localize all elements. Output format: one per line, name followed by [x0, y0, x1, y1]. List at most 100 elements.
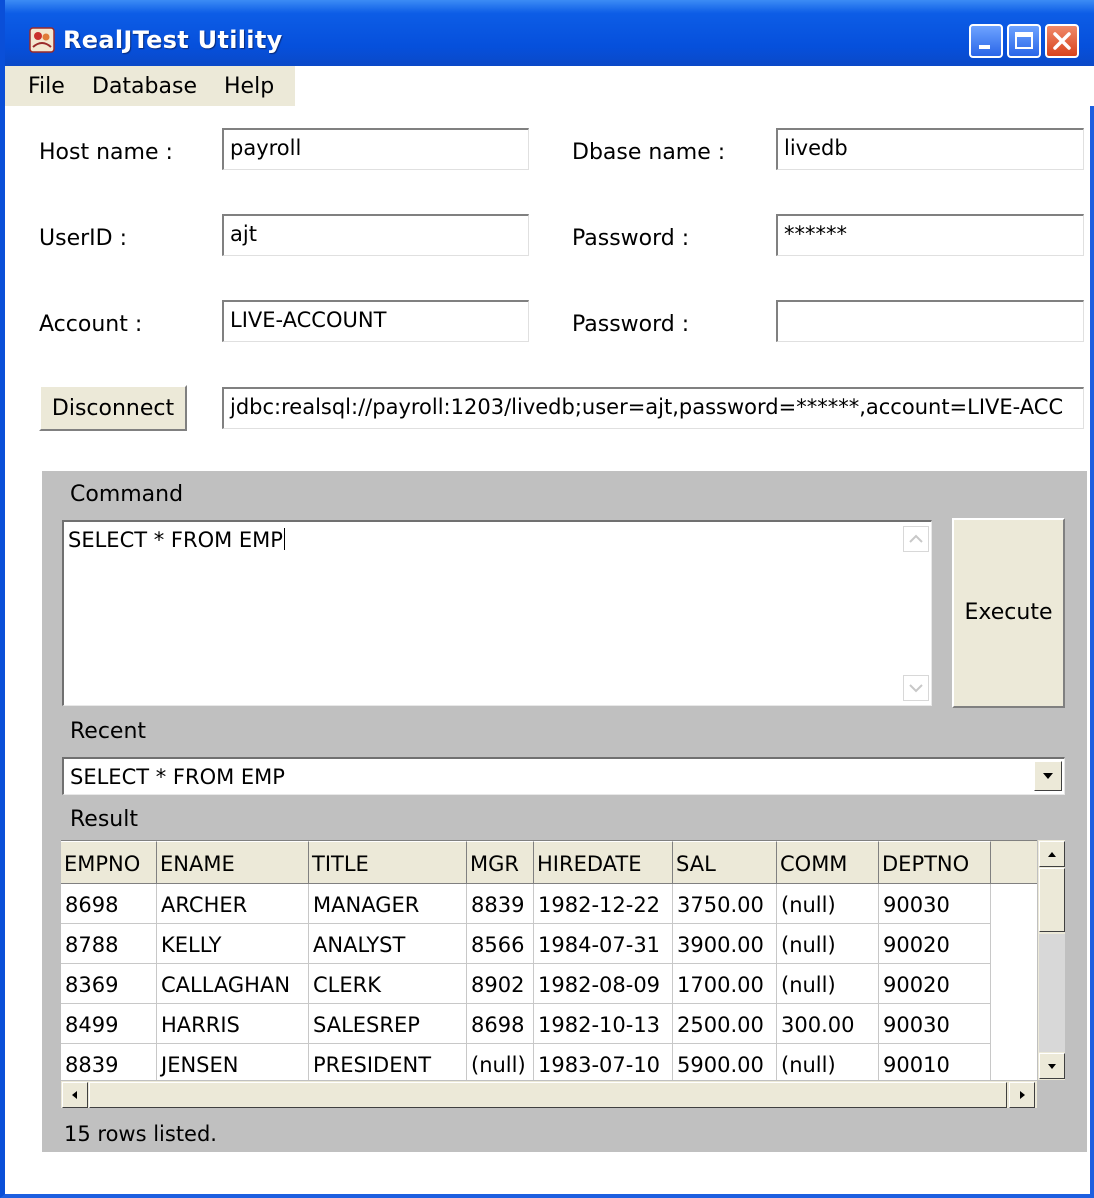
cell-ename: HARRIS [157, 1004, 309, 1044]
command-scroll-up[interactable] [903, 526, 929, 552]
cell-empno: 8499 [61, 1004, 157, 1044]
cell-hiredate: 1983-07-10 [534, 1044, 673, 1081]
cell-comm: (null) [777, 884, 879, 924]
disconnect-button[interactable]: Disconnect [39, 385, 187, 431]
menu-file[interactable]: File [28, 74, 65, 99]
cell-comm: (null) [777, 1044, 879, 1081]
result-scroll-down-button[interactable] [1039, 1053, 1065, 1079]
password-input[interactable]: ****** [776, 214, 1084, 256]
column-header-mgr[interactable]: MGR [467, 841, 534, 883]
column-header-comm[interactable]: COMM [777, 841, 879, 883]
cell-empno: 8369 [61, 964, 157, 1004]
result-table: EMPNO ENAME TITLE MGR HIREDATE SAL COMM … [61, 840, 1037, 1081]
cell-hiredate: 1982-08-09 [534, 964, 673, 1004]
result-label: Result [70, 807, 138, 832]
account-input[interactable]: LIVE-ACCOUNT [222, 300, 529, 342]
column-header-title[interactable]: TITLE [309, 841, 467, 883]
recent-dropdown-button[interactable] [1034, 761, 1062, 791]
command-text-value: SELECT * FROM EMP [68, 528, 283, 552]
cell-empno: 8698 [61, 884, 157, 924]
dbase-name-input[interactable]: livedb [776, 128, 1084, 170]
result-scroll-left-button[interactable] [62, 1082, 88, 1108]
window-title: RealJTest Utility [63, 26, 283, 54]
menu-bar: File Database Help [5, 66, 1094, 106]
result-scroll-thumb[interactable] [1039, 868, 1065, 932]
command-textarea[interactable]: SELECT * FROM EMP [62, 520, 932, 706]
column-header-empno[interactable]: EMPNO [61, 841, 157, 883]
cell-sal: 1700.00 [673, 964, 777, 1004]
menu-database[interactable]: Database [92, 74, 197, 99]
cell-title: PRESIDENT [309, 1044, 467, 1081]
column-header-sal[interactable]: SAL [673, 841, 777, 883]
cell-comm: 300.00 [777, 1004, 879, 1044]
menu-help[interactable]: Help [224, 74, 274, 99]
result-scroll-up-button[interactable] [1039, 841, 1065, 867]
account-password-label: Password : [572, 312, 690, 337]
text-caret [283, 528, 285, 550]
host-name-label: Host name : [39, 140, 173, 165]
result-scroll-track[interactable] [1039, 934, 1065, 1052]
recent-label: Recent [70, 719, 147, 744]
result-vertical-scrollbar[interactable] [1037, 840, 1065, 1080]
cell-mgr: 8902 [467, 964, 534, 1004]
column-header-ename[interactable]: ENAME [157, 841, 309, 883]
cell-comm: (null) [777, 924, 879, 964]
minimize-button[interactable] [969, 24, 1003, 58]
cell-deptno: 90020 [879, 964, 991, 1004]
cell-sal: 3750.00 [673, 884, 777, 924]
arrow-left-icon [72, 1091, 77, 1099]
cell-sal: 3900.00 [673, 924, 777, 964]
command-scroll-down[interactable] [903, 675, 929, 701]
arrow-up-icon [1048, 852, 1056, 857]
userid-label: UserID : [39, 226, 127, 251]
column-header-deptno[interactable]: DEPTNO [879, 841, 991, 883]
cell-title: ANALYST [309, 924, 467, 964]
cell-deptno: 90030 [879, 884, 991, 924]
command-label: Command [70, 482, 184, 507]
cell-title: CLERK [309, 964, 467, 1004]
cell-mgr: 8566 [467, 924, 534, 964]
cell-mgr: 8839 [467, 884, 534, 924]
result-scroll-right-button[interactable] [1009, 1082, 1035, 1108]
dbase-name-label: Dbase name : [572, 140, 726, 165]
cell-ename: KELLY [157, 924, 309, 964]
dropdown-arrow-icon [1043, 773, 1053, 779]
result-hscroll-thumb[interactable] [89, 1082, 1007, 1108]
column-header-hiredate[interactable]: HIREDATE [534, 841, 673, 883]
query-panel: Command SELECT * FROM EMP Execute Recent… [42, 471, 1087, 1152]
cell-title: SALESREP [309, 1004, 467, 1044]
cell-deptno: 90020 [879, 924, 991, 964]
cell-mgr: 8698 [467, 1004, 534, 1044]
password-label: Password : [572, 226, 690, 251]
cell-empno: 8788 [61, 924, 157, 964]
chevron-up-icon [909, 534, 923, 543]
cell-deptno: 90010 [879, 1044, 991, 1081]
arrow-down-icon [1048, 1064, 1056, 1069]
chevron-down-icon [909, 684, 923, 693]
cell-comm: (null) [777, 964, 879, 1004]
userid-input[interactable]: ajt [222, 214, 529, 256]
app-window: RealJTest Utility File Database Help Hos… [0, 0, 1094, 1198]
close-button[interactable] [1045, 24, 1079, 58]
maximize-button[interactable] [1007, 24, 1041, 58]
minimize-icon [979, 45, 990, 49]
title-bar[interactable]: RealJTest Utility [5, 0, 1094, 66]
cell-hiredate: 1982-12-22 [534, 884, 673, 924]
host-name-input[interactable]: payroll [222, 128, 529, 170]
cell-sal: 5900.00 [673, 1044, 777, 1081]
scrollbar-corner [1037, 1080, 1065, 1108]
recent-dropdown[interactable]: SELECT * FROM EMP [62, 757, 1065, 795]
cell-ename: ARCHER [157, 884, 309, 924]
command-text: SELECT * FROM EMP [68, 528, 285, 552]
result-horizontal-scrollbar[interactable] [61, 1080, 1037, 1108]
account-password-input[interactable] [776, 300, 1084, 342]
maximize-icon [1015, 32, 1033, 49]
menu-strip: File Database Help [5, 66, 295, 106]
cell-mgr: (null) [467, 1044, 534, 1081]
recent-selected: SELECT * FROM EMP [70, 765, 285, 789]
execute-button[interactable]: Execute [952, 518, 1065, 708]
arrow-right-icon [1020, 1091, 1025, 1099]
cell-sal: 2500.00 [673, 1004, 777, 1044]
connection-url-field[interactable]: jdbc:realsql://payroll:1203/livedb;user=… [222, 387, 1084, 429]
command-scrollbar[interactable] [901, 522, 931, 705]
